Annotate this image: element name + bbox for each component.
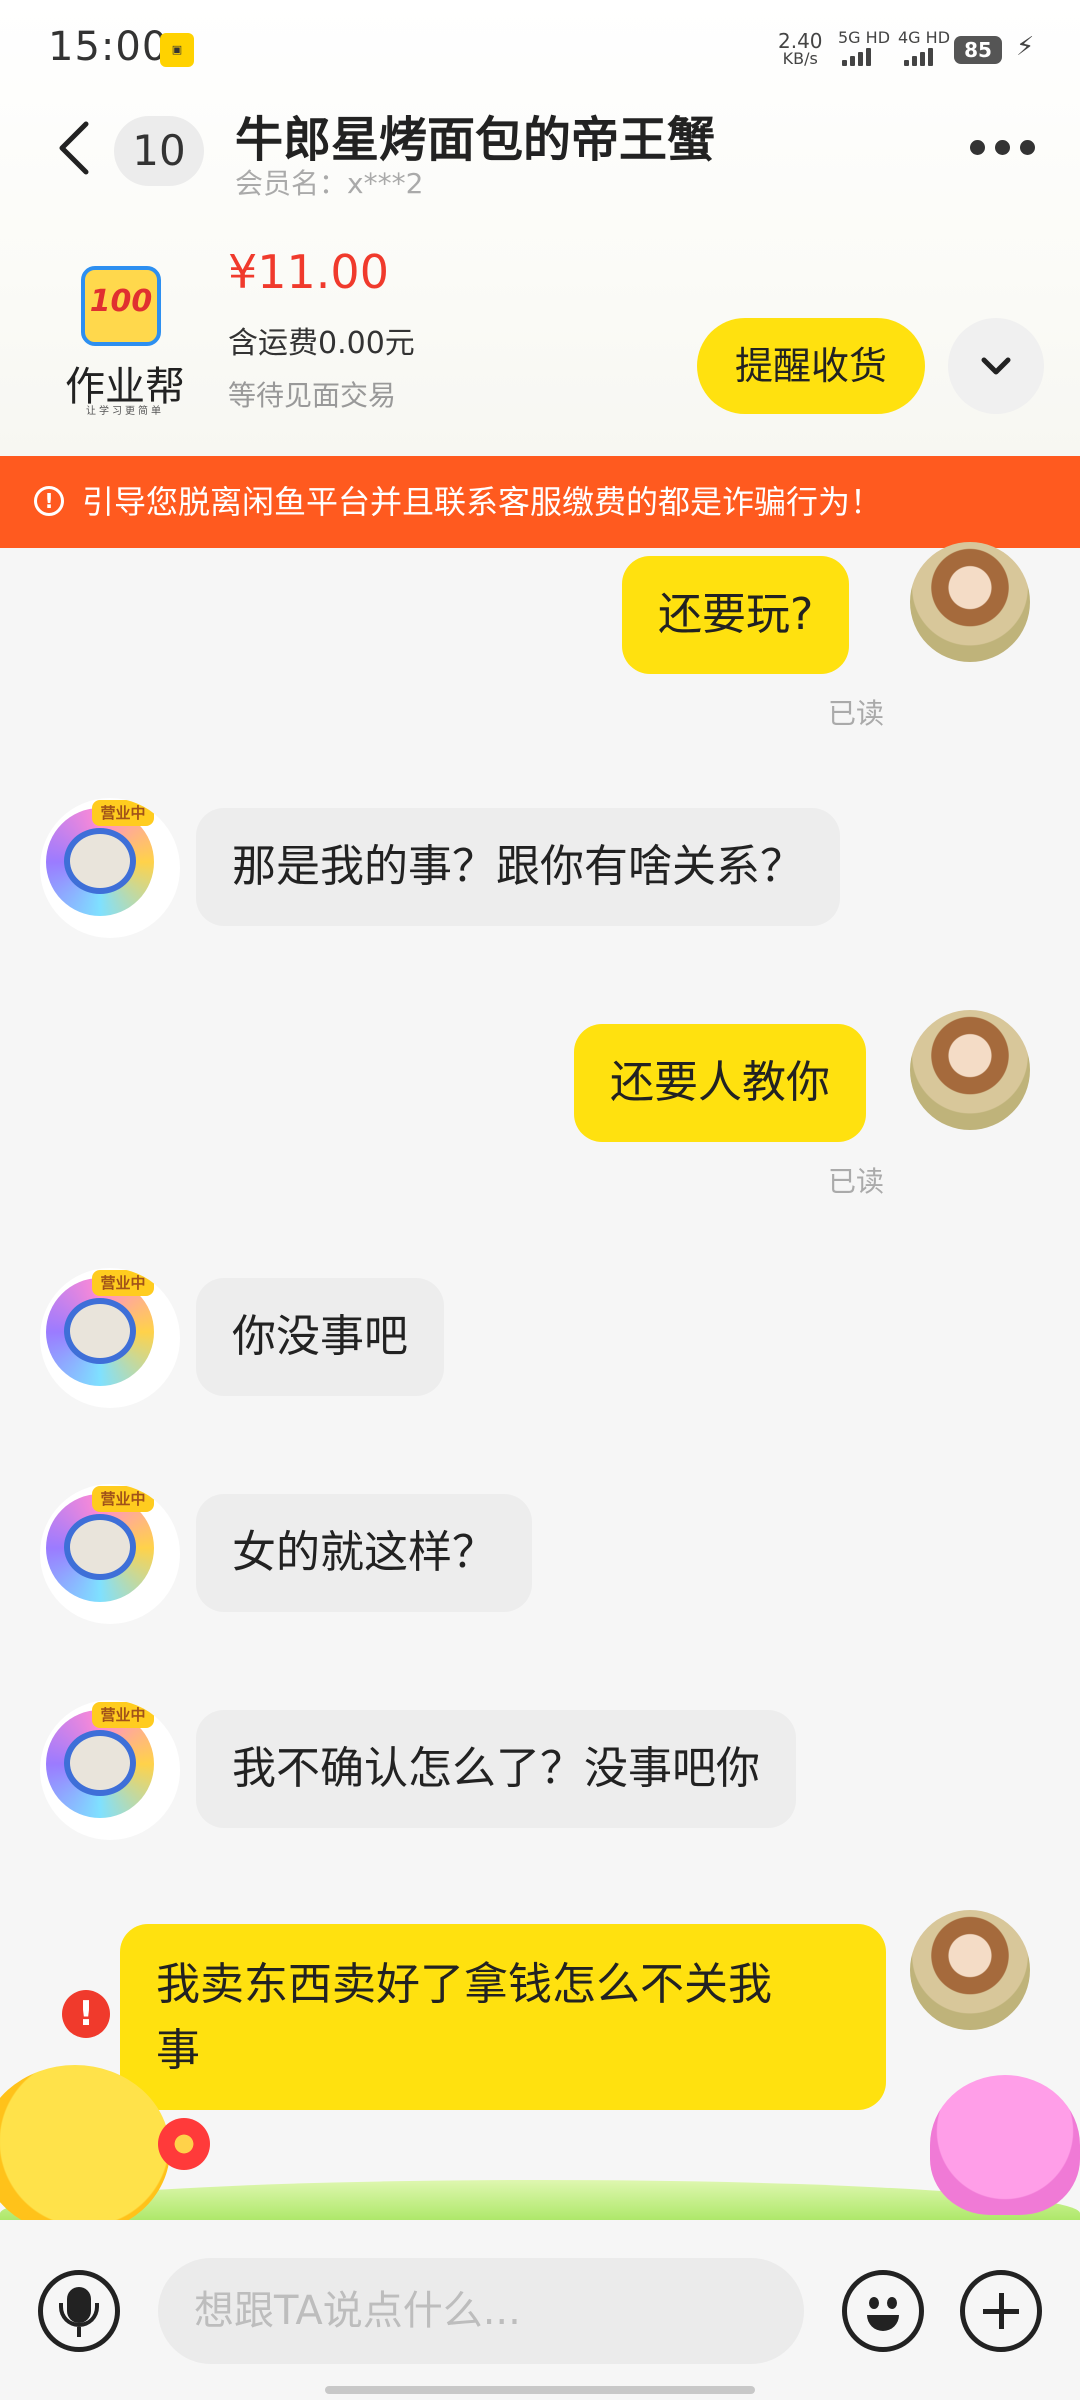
message-bubble-them[interactable]: 我不确认怎么了？没事吧你 xyxy=(196,1710,796,1828)
avatar-status-tag: 营业中 xyxy=(92,1486,154,1512)
remind-receipt-button[interactable]: 提醒收货 xyxy=(697,318,925,414)
chevron-down-icon[interactable] xyxy=(948,318,1044,414)
send-failed-icon[interactable]: ! xyxy=(62,1990,110,2038)
app-notification-icon: ▣ xyxy=(160,33,194,67)
home-indicator[interactable] xyxy=(325,2386,755,2394)
my-avatar[interactable] xyxy=(910,1010,1030,1130)
read-receipt: 已读 xyxy=(828,697,885,730)
avatar-status-tag: 营业中 xyxy=(92,800,154,826)
seller-avatar[interactable]: 营业中 xyxy=(40,1268,180,1408)
alert-circle-icon: ! xyxy=(34,486,64,516)
plus-icon[interactable] xyxy=(960,2270,1042,2352)
product-image[interactable]: 100 作业帮 让学习更简单 xyxy=(55,262,195,422)
product-logo-slogan: 让学习更简单 xyxy=(86,406,164,417)
product-price: ¥11.00 xyxy=(228,245,389,299)
message-bubble-them[interactable]: 你没事吧 xyxy=(196,1278,444,1396)
decor-flower xyxy=(158,2118,210,2170)
battery-indicator: 85 xyxy=(954,36,1002,64)
charging-icon: ⚡ xyxy=(1016,32,1035,62)
message-text-line: 我卖东西卖好了拿钱怎么不关我 xyxy=(156,1959,772,2010)
emoji-icon[interactable] xyxy=(842,2270,924,2352)
back-icon[interactable] xyxy=(54,118,94,178)
decor-grass xyxy=(0,2180,1080,2220)
chat-title: 牛郎星烤面包的帝王蟹 xyxy=(235,112,716,168)
product-shipping: 含运费0.00元 xyxy=(228,326,415,361)
message-text-line: 事 xyxy=(156,2025,200,2076)
product-logo-icon: 100 xyxy=(81,266,161,346)
unread-count-badge[interactable]: 10 xyxy=(114,116,204,186)
status-time: 15:00 xyxy=(48,24,169,70)
decor-octopus-mascot xyxy=(930,2075,1080,2215)
my-avatar[interactable] xyxy=(910,542,1030,662)
seller-avatar[interactable]: 营业中 xyxy=(40,798,180,938)
net-speed-unit: KB/s xyxy=(782,49,818,68)
message-bubble-me[interactable]: 还要人教你 xyxy=(574,1024,866,1142)
more-dots-icon[interactable] xyxy=(970,140,1036,156)
product-logo-text: 100 xyxy=(89,284,153,319)
message-bubble-me[interactable]: 还要玩? xyxy=(622,556,850,674)
status-bar: 15:00 ▣ 2.40 KB/s 5G HD 4G HD 85 ⚡ xyxy=(0,0,1080,100)
my-avatar[interactable] xyxy=(910,1910,1030,2030)
order-status: 等待见面交易 xyxy=(228,379,397,412)
signal-bars-2 xyxy=(904,46,944,66)
microphone-icon[interactable] xyxy=(38,2270,120,2352)
net-speed: 2.40 KB/s xyxy=(778,29,823,68)
signal-label-1: 5G HD xyxy=(838,28,891,47)
fraud-warning-banner: ! 引导您脱离闲鱼平台并且联系客服缴费的都是诈骗行为！ xyxy=(0,456,1080,548)
seller-avatar[interactable]: 营业中 xyxy=(40,1484,180,1624)
net-speed-value: 2.40 xyxy=(778,29,823,53)
seller-avatar[interactable]: 营业中 xyxy=(40,1700,180,1840)
message-bubble-me[interactable]: 我卖东西卖好了拿钱怎么不关我 事 xyxy=(120,1924,886,2110)
member-name: 会员名：x***2 xyxy=(235,167,424,200)
signal-label-2: 4G HD xyxy=(898,28,951,47)
message-input[interactable] xyxy=(158,2258,804,2364)
warning-text: 引导您脱离闲鱼平台并且联系客服缴费的都是诈骗行为！ xyxy=(82,483,883,521)
read-receipt: 已读 xyxy=(828,1165,885,1198)
avatar-status-tag: 营业中 xyxy=(92,1702,154,1728)
signal-bars-1 xyxy=(842,46,882,66)
avatar-status-tag: 营业中 xyxy=(92,1270,154,1296)
message-bubble-them[interactable]: 那是我的事？跟你有啥关系？ xyxy=(196,808,840,926)
message-bubble-them[interactable]: 女的就这样？ xyxy=(196,1494,532,1612)
